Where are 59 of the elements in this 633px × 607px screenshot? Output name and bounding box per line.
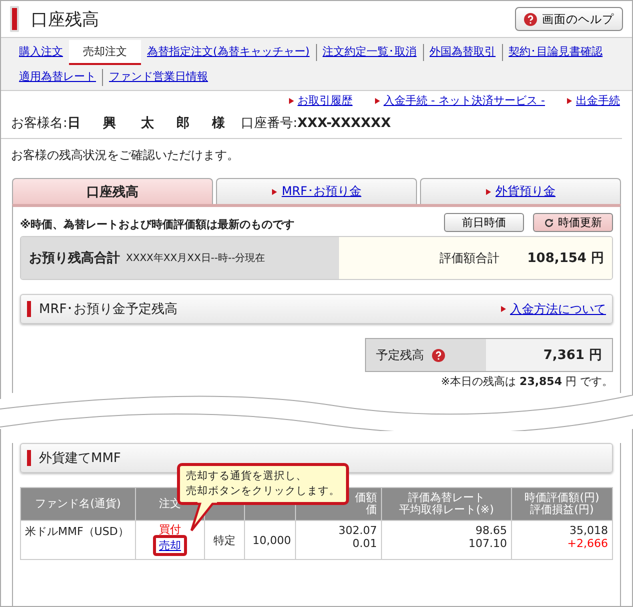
fund-name-cell: 米ドルMMF（USD） — [20, 520, 136, 560]
as-of-time: XXXX年XX月XX日--時--分現在 — [126, 252, 266, 265]
total-label: 評価額合計 — [439, 250, 500, 266]
scheduled-balance-value: 7,361 円 — [486, 339, 612, 371]
account-type-cell: 特定 — [204, 520, 244, 560]
section-title: MRF･お預り金予定残高 — [39, 301, 179, 318]
profit-value: +2,666 — [566, 537, 608, 550]
arrow-icon — [374, 98, 380, 104]
valuation-value: 35,018 — [568, 524, 608, 537]
page-title: 口座残高 — [31, 8, 100, 30]
buy-label: 買付 — [158, 524, 182, 535]
help-button[interactable]: 画面のヘルプ — [515, 7, 623, 31]
nav-tab[interactable]: 外国為替取引 — [422, 44, 502, 61]
scheduled-balance-label: 予定残高 — [376, 346, 424, 364]
nav-tab[interactable]: 為替指定注文(為替キャッチャー) — [141, 40, 316, 65]
refresh-icon — [544, 218, 554, 228]
section-tab[interactable]: 口座残高 — [12, 178, 213, 204]
account-number: XXX-XXXXXX — [297, 116, 391, 131]
quick-link[interactable]: お取引履歴 — [298, 93, 353, 108]
section-marker — [27, 301, 31, 317]
callout-text: 売却する通貨を選択し、 — [186, 469, 308, 484]
section-tab[interactable]: 外貨預り金 — [420, 178, 621, 204]
column-header: 時価評価額(円) 評価損益(円) — [512, 488, 612, 520]
arrow-icon — [501, 306, 506, 312]
arrow-icon — [288, 98, 294, 104]
column-header: ファンド名(通貨) — [20, 488, 136, 520]
notice-text: ※時価、為替レートおよび時価評価額は最新のものです — [20, 217, 295, 232]
column-header: 評価為替レート 平均取得レート(※) — [382, 488, 512, 520]
deposit-method-link[interactable]: 入金方法について — [510, 300, 606, 318]
nav-tab[interactable]: 注文約定一覧･取消 — [316, 44, 423, 61]
nav-tab[interactable]: ファンド営業日情報 — [102, 69, 214, 86]
total-title: お預り残高合計 — [29, 250, 120, 267]
today-balance-note: ※本日の残高は 23,854 円 です。 — [440, 374, 613, 389]
quick-link[interactable]: 出金手続 — [576, 93, 620, 108]
sell-link[interactable]: 売却 — [159, 539, 181, 552]
rate-cell: 98.65 107.10 — [382, 520, 512, 560]
nav-tab[interactable]: 購入注文 — [13, 40, 69, 65]
section-tab[interactable]: MRF･お預り金 — [216, 178, 417, 204]
help-icon — [524, 12, 537, 26]
section-marker — [27, 450, 31, 466]
nav-tab[interactable]: 売却注文 — [69, 40, 141, 65]
customer-name: 日 興 太 郎 様 — [67, 114, 231, 132]
customer-name-label: お客様名: — [11, 115, 68, 132]
total-value: 108,154 円 — [527, 250, 604, 267]
nav-tab[interactable]: 契約･目論見書確認 — [502, 44, 609, 61]
title-marker — [10, 6, 19, 32]
arrow-icon — [486, 188, 490, 194]
nav-tab[interactable]: 適用為替レート — [13, 65, 102, 90]
account-number-label: 口座番号: — [240, 115, 298, 132]
arrow-icon — [567, 98, 572, 104]
quantity-cell: 10,000 — [244, 520, 296, 560]
previous-day-button[interactable]: 前日時価 — [444, 213, 524, 232]
arrow-icon — [272, 188, 277, 194]
refresh-button[interactable]: 時価更新 — [533, 213, 613, 232]
help-icon[interactable] — [432, 348, 445, 362]
quick-link[interactable]: 入金手続 - ネット決済サービス - — [384, 93, 545, 108]
section-title: 外貨建てMMF — [39, 450, 122, 467]
intro-text: お客様の残高状況をご確認いただけます。 — [11, 147, 240, 164]
price-cell: 302.07 0.01 — [296, 520, 382, 560]
